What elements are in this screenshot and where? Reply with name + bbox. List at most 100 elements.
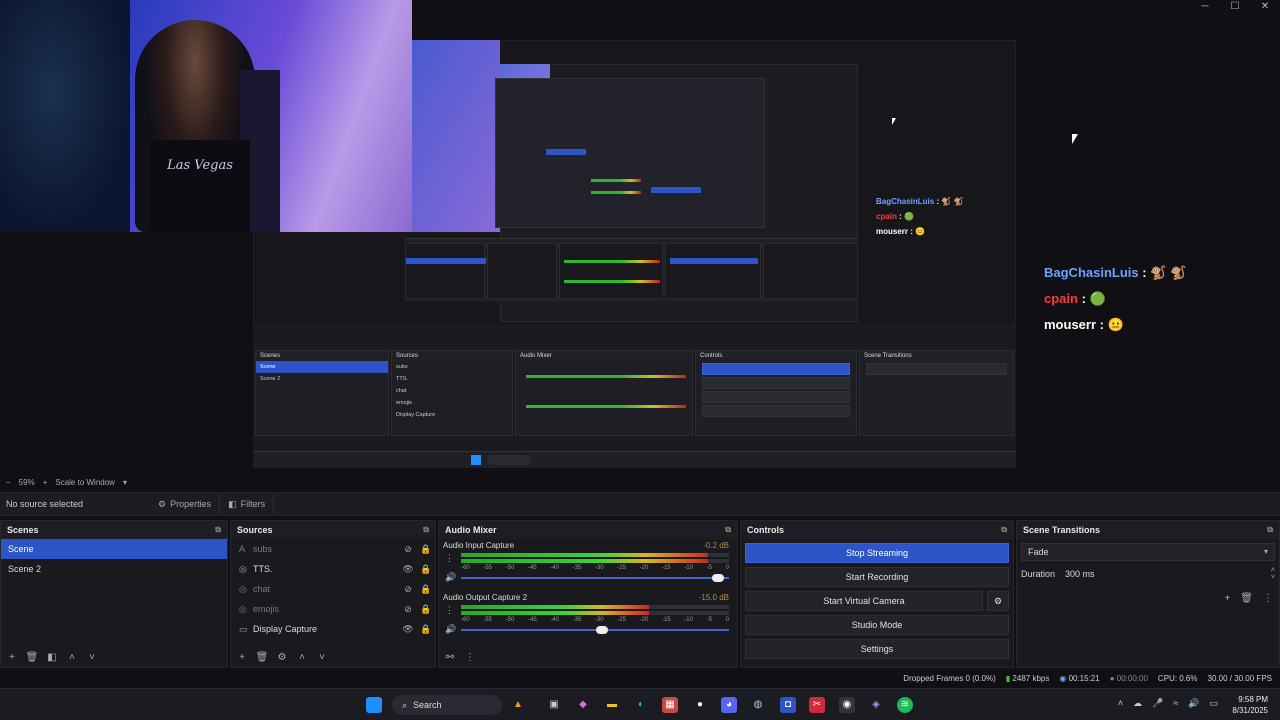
eye-off-icon[interactable]: ⊘ <box>399 584 417 595</box>
transition-select[interactable]: Fade ▾ <box>1021 543 1275 561</box>
edge-icon[interactable]: ◐ <box>633 697 649 713</box>
search-icon: ⌕ <box>402 699 408 710</box>
app-icon[interactable]: ◈ <box>868 697 884 713</box>
lock-icon[interactable]: 🔒 <box>417 624 435 635</box>
trash-icon[interactable]: 🗑 <box>25 652 39 663</box>
lock-icon[interactable]: 🔒 <box>417 604 435 615</box>
speaker-icon[interactable]: 🔊 <box>445 572 456 583</box>
source-row[interactable]: ◎ chat ⊘ 🔒 <box>231 579 435 599</box>
link-icon[interactable]: ⚯ <box>443 652 457 663</box>
arrow-up-icon[interactable]: ˄ <box>65 652 79 663</box>
chevron-down-icon[interactable]: ▾ <box>123 478 127 487</box>
zoom-level: 59% <box>18 477 35 487</box>
source-row[interactable]: ◎ emojis ⊘ 🔒 <box>231 599 435 619</box>
speaker-icon[interactable]: 🔊 <box>445 624 456 635</box>
source-row[interactable]: ◎ TTS. 👁 🔒 <box>231 559 435 579</box>
meter-scale: -60 -55 -50 -45 -40 -35 -30 -25 -20 -15 -10 -5 0 <box>461 617 729 623</box>
meter-tick: -35 <box>572 617 582 623</box>
close-button[interactable]: ✕ <box>1250 0 1280 14</box>
kebab-menu-icon[interactable]: ⋮ <box>463 652 477 663</box>
add-icon[interactable]: + <box>1224 593 1230 604</box>
popout-icon[interactable]: ⧉ <box>1001 525 1007 535</box>
app-icon[interactable]: ▲ <box>510 697 526 713</box>
eye-icon[interactable]: 👁 <box>399 564 417 575</box>
volume-icon[interactable]: 🔊 <box>1188 698 1199 709</box>
add-icon[interactable]: + <box>5 652 19 663</box>
popout-icon[interactable]: ⧉ <box>215 525 221 535</box>
volume-slider[interactable] <box>461 626 729 634</box>
microphone-icon[interactable]: 🎤 <box>1152 698 1163 709</box>
stop-streaming-button[interactable]: Stop Streaming <box>745 543 1009 563</box>
source-row[interactable]: ▭ Display Capture 👁 🔒 <box>231 619 435 639</box>
source-row[interactable]: Asubs ⊘ 🔒 <box>231 539 435 559</box>
filter-icon: ◧ <box>228 498 237 509</box>
trash-icon[interactable]: 🗑 <box>255 652 269 663</box>
arrow-down-icon[interactable]: ˅ <box>85 652 99 663</box>
filter-icon[interactable]: ◧ <box>45 652 59 663</box>
lock-icon[interactable]: 🔒 <box>417 584 435 595</box>
spotify-icon[interactable]: ≋ <box>897 697 913 713</box>
meter-tick: -50 <box>505 617 515 623</box>
studio-mode-button[interactable]: Studio Mode <box>745 615 1009 635</box>
copilot-icon[interactable]: ◆ <box>575 697 591 713</box>
stepper-icon[interactable]: ˄ ˅ <box>1271 567 1275 581</box>
record-icon: ● <box>1109 673 1115 683</box>
kebab-menu-icon[interactable]: ⋮ <box>445 605 454 616</box>
start-recording-button[interactable]: Start Recording <box>745 567 1009 587</box>
popout-icon[interactable]: ⧉ <box>423 525 429 535</box>
battery-icon[interactable]: ▭ <box>1209 698 1218 709</box>
add-icon[interactable]: + <box>235 652 249 663</box>
capcut-icon[interactable]: ✂ <box>809 697 825 713</box>
minimize-button[interactable]: ─ <box>1190 0 1220 14</box>
kebab-menu-icon[interactable]: ⋮ <box>445 553 454 564</box>
maximize-button[interactable]: ☐ <box>1220 0 1250 14</box>
kebab-menu-icon[interactable]: ⋮ <box>1263 593 1273 604</box>
task-view-icon[interactable]: ▣ <box>546 697 562 713</box>
virtual-camera-settings-button[interactable]: ⚙ <box>987 591 1009 611</box>
arrow-up-icon[interactable]: ˄ <box>295 652 309 663</box>
obs-icon[interactable]: ◉ <box>839 697 855 713</box>
cpu-usage: CPU: 0.6% <box>1157 673 1198 683</box>
eye-off-icon[interactable]: ⊘ <box>399 544 417 555</box>
channel-name: Audio Input Capture <box>443 541 515 550</box>
windows-start-icon[interactable] <box>366 697 382 713</box>
gear-icon[interactable]: ⚙ <box>275 652 289 663</box>
zoom-in-button[interactable]: + <box>43 478 48 487</box>
filters-button[interactable]: ◧ Filters <box>220 495 275 513</box>
zoom-out-button[interactable]: − <box>6 478 11 487</box>
popout-icon[interactable]: ⧉ <box>1267 525 1273 535</box>
file-explorer-icon[interactable]: ▬ <box>604 697 620 713</box>
level-meter <box>461 553 729 557</box>
app-icon[interactable]: ◘ <box>780 697 796 713</box>
taskbar-clock[interactable]: 9:58 PM 8/31/2025 <box>1232 694 1268 716</box>
duration-input[interactable]: 300 ms <box>1065 569 1261 579</box>
start-virtual-camera-button[interactable]: Start Virtual Camera <box>745 591 983 611</box>
settings-button[interactable]: Settings <box>745 639 1009 659</box>
lock-icon[interactable]: 🔒 <box>417 564 435 575</box>
calendar-icon[interactable]: ▦ <box>662 697 678 713</box>
trash-icon[interactable]: 🗑 <box>1240 593 1253 604</box>
discord-icon[interactable]: ◕ <box>721 697 737 713</box>
meter-tick: -40 <box>550 617 559 623</box>
properties-button[interactable]: ⚙ Properties <box>150 495 221 513</box>
app-icon[interactable]: ● <box>692 697 708 713</box>
scene-item[interactable]: Scene 2 <box>1 559 227 579</box>
scene-item[interactable]: Scene <box>1 539 227 559</box>
wifi-icon[interactable]: ≈ <box>1173 698 1178 709</box>
scenes-dock: Scenes ⧉ Scene Scene 2 + 🗑 ◧ ˄ ˅ <box>0 520 228 668</box>
eye-icon[interactable]: 👁 <box>399 624 417 635</box>
popout-icon[interactable]: ⧉ <box>725 525 731 535</box>
chevron-up-icon[interactable]: ˄ <box>1118 698 1123 709</box>
audio-mixer-dock: Audio Mixer ⧉ Audio Input Capture -0.2 dB… <box>438 520 738 668</box>
audio-mixer-title: Audio Mixer <box>445 525 497 535</box>
eye-off-icon[interactable]: ⊘ <box>399 604 417 615</box>
cloud-icon[interactable]: ☁ <box>1133 698 1142 709</box>
broadcast-icon: ◉ <box>1059 673 1067 683</box>
meter-tick: -30 <box>594 565 604 571</box>
steam-icon[interactable]: ◍ <box>750 697 766 713</box>
arrow-down-icon[interactable]: ˅ <box>315 652 329 663</box>
scale-mode-select[interactable]: Scale to Window <box>55 478 115 487</box>
taskbar-search[interactable]: ⌕ Search <box>392 695 502 715</box>
lock-icon[interactable]: 🔒 <box>417 544 435 555</box>
volume-slider[interactable] <box>461 574 729 582</box>
